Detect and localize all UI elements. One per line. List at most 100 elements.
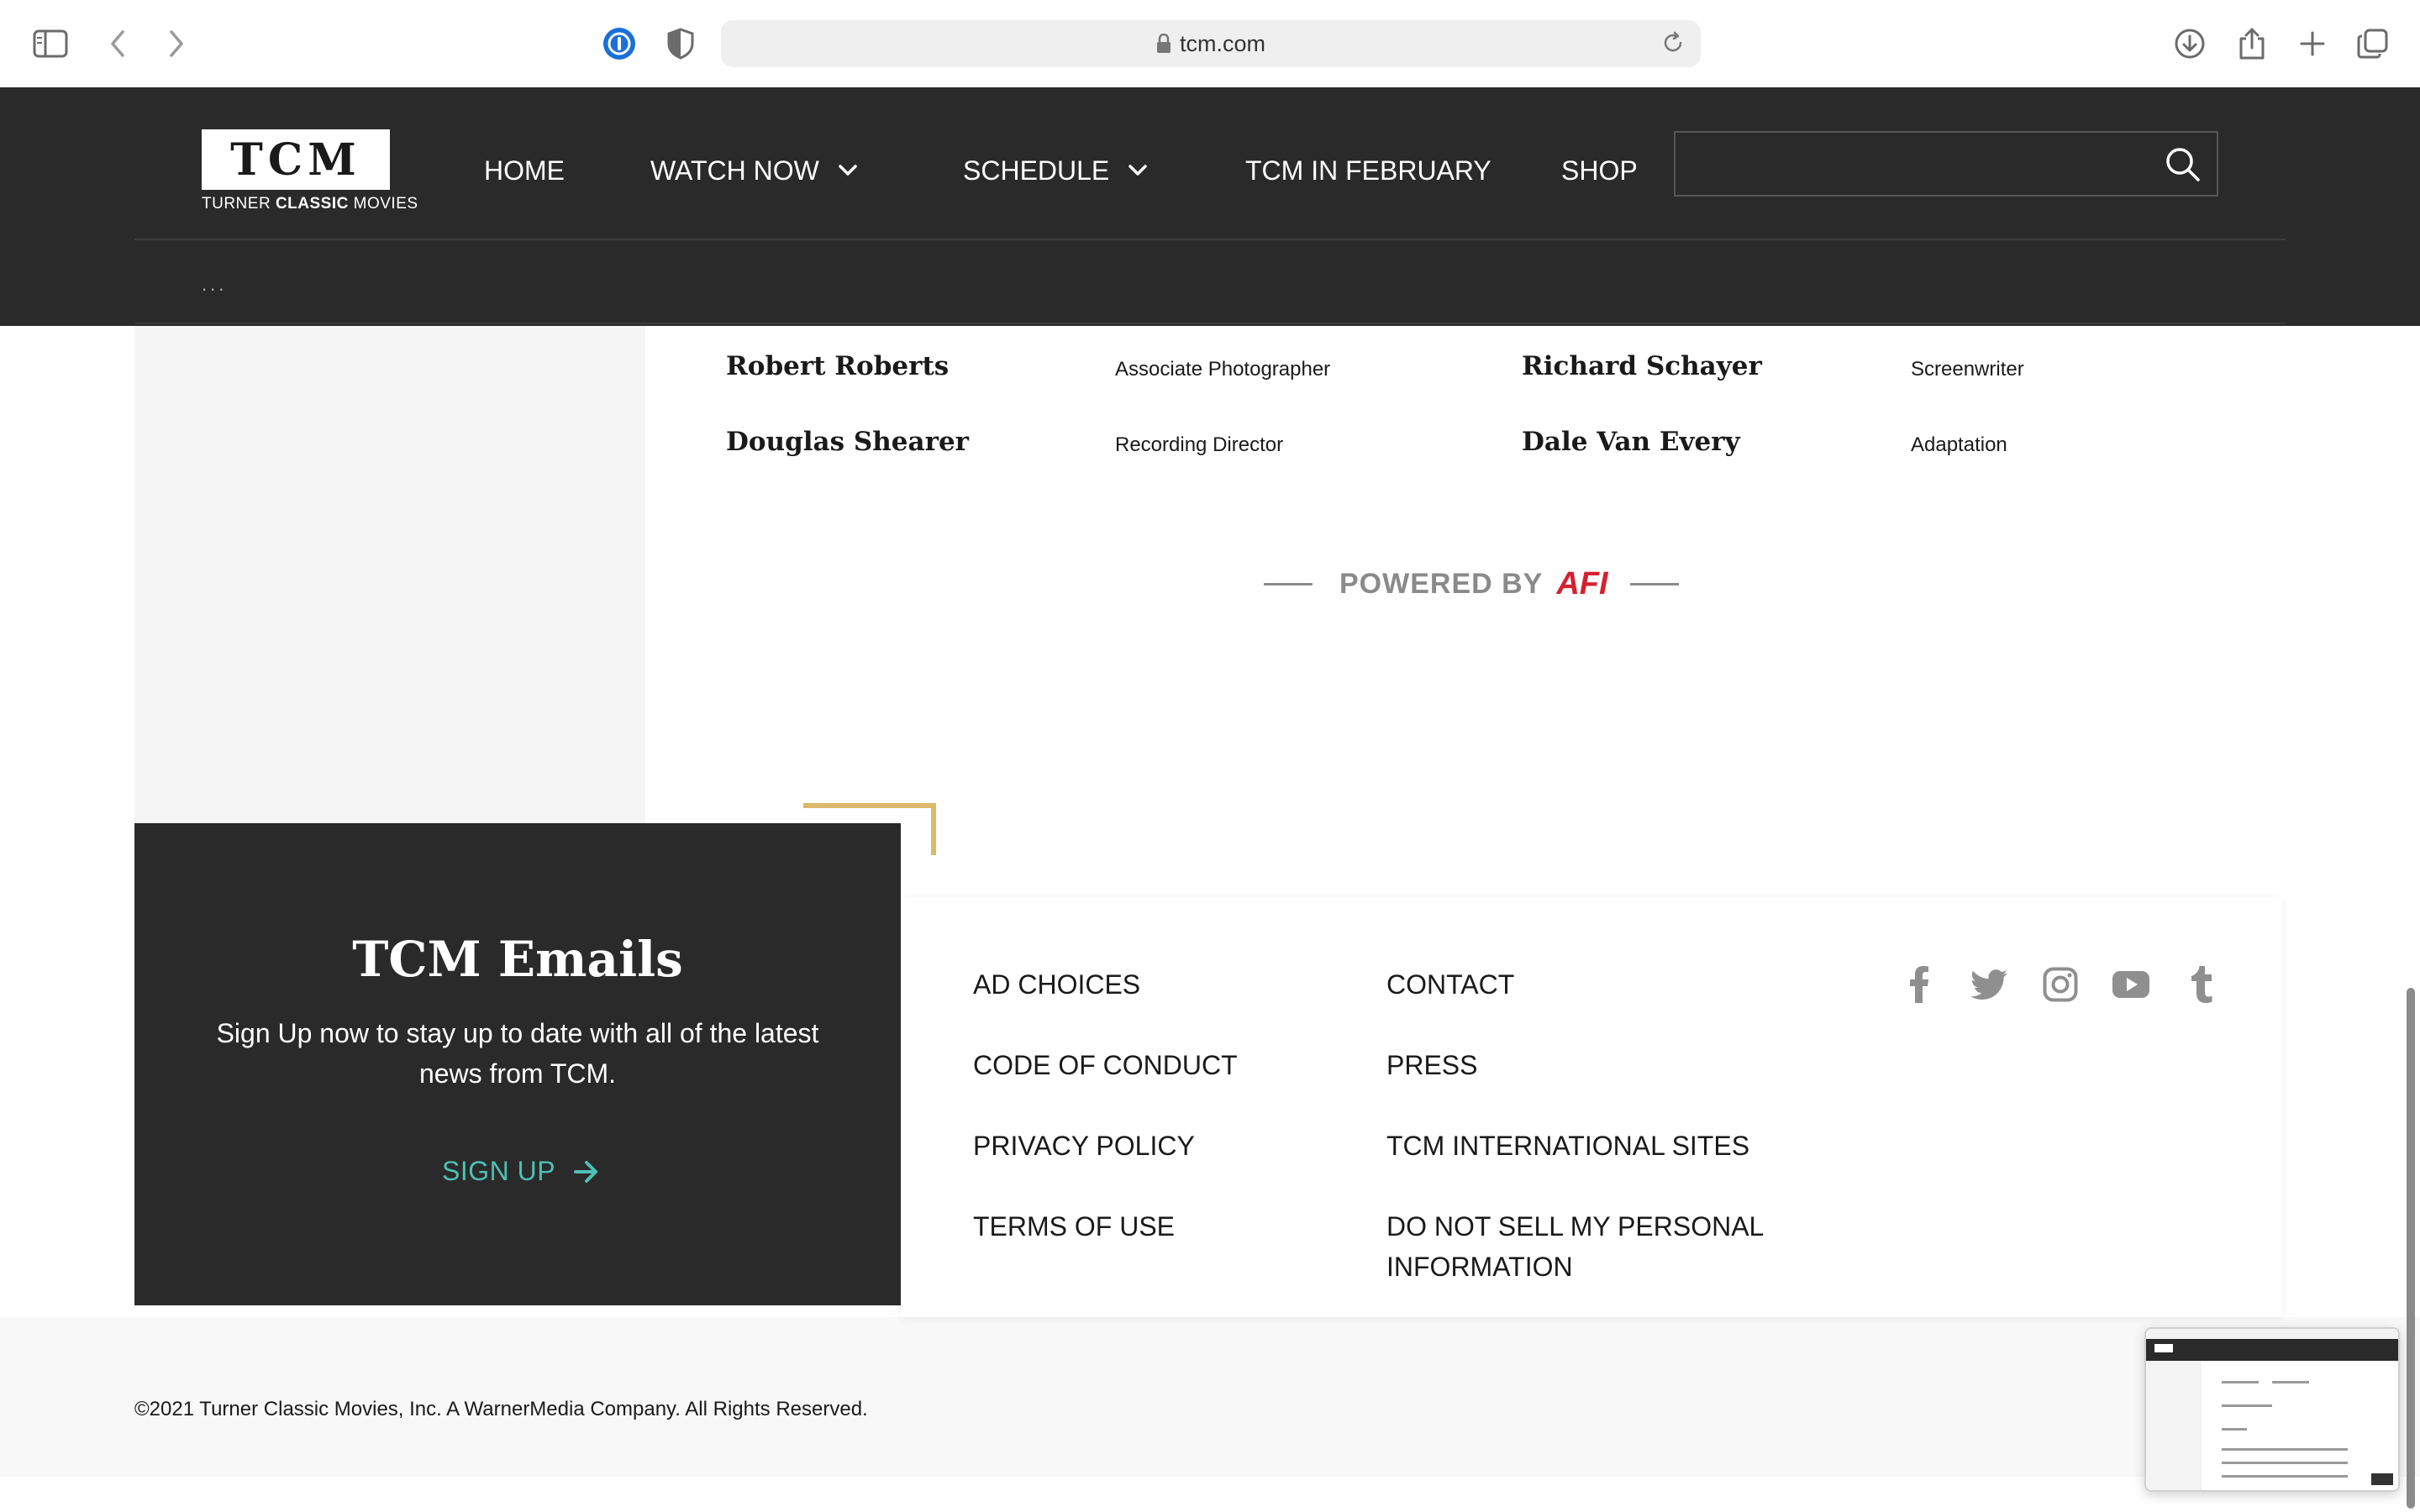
crew-name[interactable]: Douglas Shearer xyxy=(726,427,969,457)
email-description: Sign Up now to stay up to date with all … xyxy=(216,1018,819,1089)
download-icon xyxy=(2175,29,2205,59)
nav-home[interactable]: HOME xyxy=(484,151,565,190)
nav-schedule[interactable]: SCHEDULE xyxy=(963,151,1148,190)
vertical-scrollbar[interactable] xyxy=(2407,988,2415,1509)
footer-link-international-sites[interactable]: TCM INTERNATIONAL SITES xyxy=(1386,1126,1749,1166)
nav-shop-label: SHOP xyxy=(1561,155,1638,186)
arrow-right-icon xyxy=(574,1160,599,1184)
powered-left-rule xyxy=(1264,582,1313,585)
shield-icon xyxy=(667,28,694,60)
page-thumbnail-preview[interactable] xyxy=(2144,1327,2400,1492)
tumblr-icon xyxy=(2191,966,2212,1003)
logo-sub-prefix: TURNER xyxy=(202,195,276,213)
breadcrumb[interactable]: ... xyxy=(202,274,227,296)
thumb-header xyxy=(2146,1339,2398,1361)
thumb-line xyxy=(2222,1381,2259,1383)
plus-icon xyxy=(2300,31,2325,56)
browser-toolbar: tcm.com xyxy=(0,0,2420,88)
nav-tcm-in-february-label: TCM IN FEBRUARY xyxy=(1245,155,1491,186)
tab-overview-button[interactable] xyxy=(2348,18,2398,69)
thumb-line xyxy=(2222,1448,2348,1451)
nav-tcm-in-february[interactable]: TCM IN FEBRUARY xyxy=(1245,151,1491,190)
signup-label: SIGN UP xyxy=(442,1156,556,1186)
footer-link-do-not-sell[interactable]: DO NOT SELL MY PERSONAL INFORMATION xyxy=(1386,1206,1807,1287)
tcm-logo[interactable]: TCM TURNER CLASSIC MOVIES xyxy=(202,129,418,213)
footer-link-privacy-policy[interactable]: PRIVACY POLICY xyxy=(973,1126,1195,1166)
address-bar[interactable]: tcm.com xyxy=(721,20,1701,67)
footer-band xyxy=(0,1317,2420,1477)
nav-shop[interactable]: SHOP xyxy=(1561,151,1638,190)
logo-text: TCM xyxy=(230,134,361,186)
password-extension-button[interactable] xyxy=(594,18,644,69)
thumb-chrome xyxy=(2146,1329,2398,1339)
instagram-icon xyxy=(2043,967,2078,1002)
crew-role: Screenwriter xyxy=(1911,358,2024,381)
facebook-link[interactable] xyxy=(1897,963,1941,1006)
email-signup-panel: TCM Emails Sign Up now to stay up to dat… xyxy=(134,823,901,1305)
nav-schedule-label: SCHEDULE xyxy=(963,155,1110,186)
header-bottom-divider xyxy=(134,323,2286,324)
tabs-overview-icon xyxy=(2357,29,2388,59)
thumb-sidebar xyxy=(2146,1361,2202,1490)
instagram-link[interactable] xyxy=(2039,963,2082,1006)
logo-sub-suffix: MOVIES xyxy=(348,195,418,213)
password-manager-icon xyxy=(603,28,635,60)
youtube-icon xyxy=(2112,971,2149,998)
reload-icon xyxy=(1664,31,1682,52)
facebook-icon xyxy=(1910,966,1928,1003)
crew-role: Associate Photographer xyxy=(1115,358,1331,381)
crew-name[interactable]: Dale Van Every xyxy=(1522,427,1740,457)
privacy-shield-button[interactable] xyxy=(655,18,706,69)
copyright-text: ©2021 Turner Classic Movies, Inc. A Warn… xyxy=(134,1398,868,1420)
footer-link-terms-of-use[interactable]: TERMS OF USE xyxy=(973,1206,1175,1247)
search-input[interactable] xyxy=(1684,141,2141,188)
chevron-right-icon xyxy=(170,30,183,57)
email-title: TCM Emails xyxy=(352,931,683,988)
crew-role: Recording Director xyxy=(1115,433,1284,456)
search-box xyxy=(1674,131,2218,197)
youtube-link[interactable] xyxy=(2109,963,2153,1006)
thumb-line xyxy=(2222,1404,2272,1407)
reload-button[interactable] xyxy=(1660,30,1686,60)
nav-watch-now-label: WATCH NOW xyxy=(650,155,819,186)
search-button[interactable] xyxy=(2165,146,2202,187)
footer-link-contact[interactable]: CONTACT xyxy=(1386,964,1514,1005)
forward-button[interactable] xyxy=(151,18,202,69)
share-icon xyxy=(2239,28,2265,60)
twitter-icon xyxy=(1971,969,2007,1000)
crew-name[interactable]: Richard Schayer xyxy=(1522,351,1762,381)
site-header: TCM TURNER CLASSIC MOVIES HOME WATCH NOW… xyxy=(0,87,2420,326)
back-button[interactable] xyxy=(92,18,143,69)
thumb-badge xyxy=(2371,1473,2393,1485)
twitter-link[interactable] xyxy=(1968,963,2012,1006)
crew-name[interactable]: Robert Roberts xyxy=(726,351,949,381)
logo-subtitle: TURNER CLASSIC MOVIES xyxy=(202,195,418,213)
logo-sub-bold: CLASSIC xyxy=(275,195,349,213)
powered-by-afi[interactable]: POWERED BY AFI xyxy=(1264,561,1691,606)
share-button[interactable] xyxy=(2227,18,2277,69)
thumb-line xyxy=(2222,1428,2247,1431)
nav-watch-now[interactable]: WATCH NOW xyxy=(650,151,858,190)
tumblr-link[interactable] xyxy=(2180,963,2223,1006)
sidebar-panel xyxy=(134,326,645,823)
downloads-button[interactable] xyxy=(2165,18,2215,69)
logo-mark: TCM xyxy=(202,129,390,190)
url-text: tcm.com xyxy=(1179,30,1265,56)
chevron-down-icon xyxy=(838,164,858,177)
footer-link-code-of-conduct[interactable]: CODE OF CONDUCT xyxy=(973,1045,1238,1085)
crew-role: Adaptation xyxy=(1911,433,2007,456)
header-divider xyxy=(134,239,2286,240)
powered-right-rule xyxy=(1629,582,1679,585)
footer-link-press[interactable]: PRESS xyxy=(1386,1045,1477,1085)
sidebar-toggle-button[interactable] xyxy=(25,18,76,69)
signup-button[interactable]: SIGN UP xyxy=(442,1156,599,1187)
search-icon xyxy=(2166,148,2200,181)
footer-link-ad-choices[interactable]: AD CHOICES xyxy=(973,964,1140,1005)
chevron-down-icon xyxy=(1128,164,1148,177)
thumb-line xyxy=(2222,1475,2348,1478)
thumb-line xyxy=(2222,1462,2348,1464)
afi-logo: AFI xyxy=(1556,565,1608,601)
powered-by-label: POWERED BY xyxy=(1339,567,1544,600)
new-tab-button[interactable] xyxy=(2287,18,2338,69)
sidebar-icon xyxy=(33,29,68,58)
